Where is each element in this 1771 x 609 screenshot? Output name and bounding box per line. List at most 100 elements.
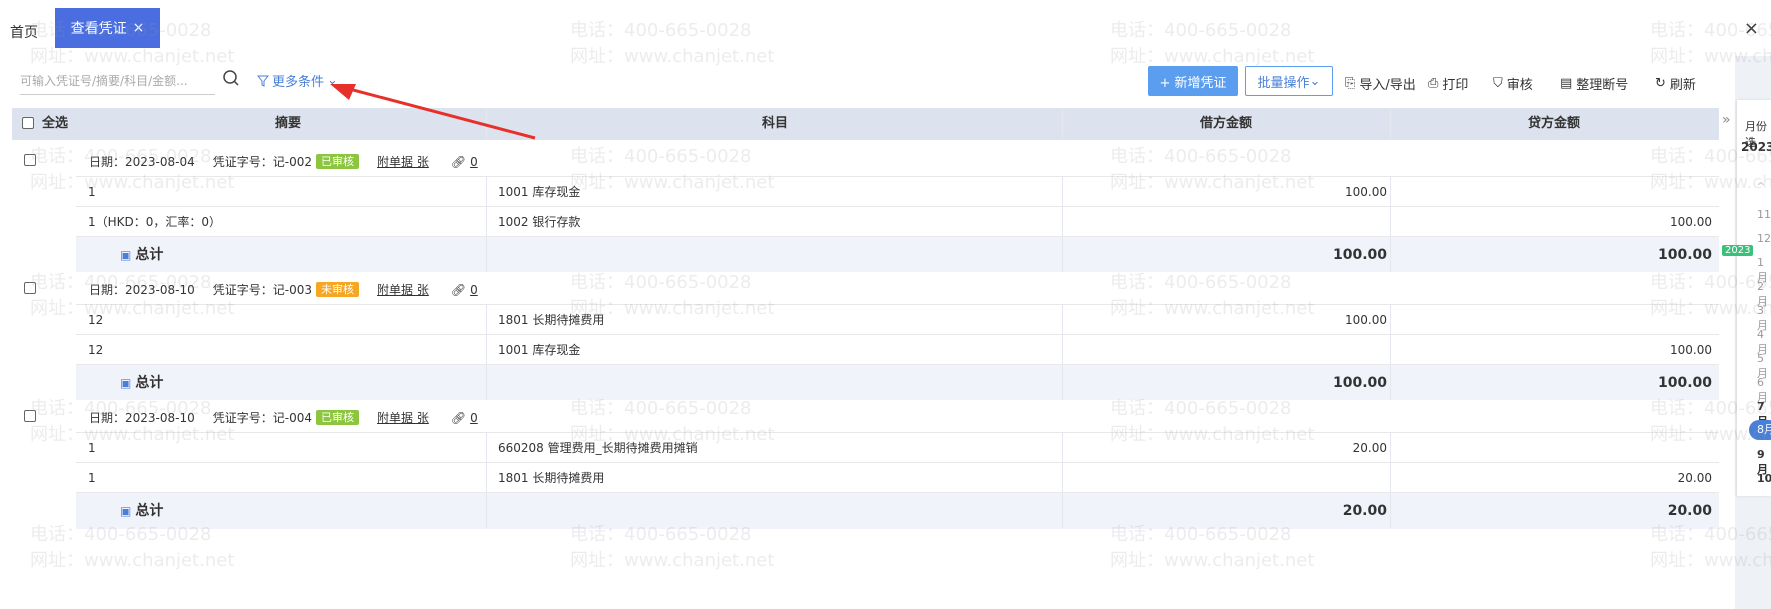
tab-view-voucher[interactable]: 查看凭证 × [55,8,160,48]
row-debit: 100.00 [1345,185,1387,199]
table-header: 全选 摘要 科目 借方金额 贷方金额 [12,108,1719,140]
voucher-panel: 可输入凭证号/摘要/科目/金额... 更多条件 ⌄ + 新增凭证 批量操作 ⌄ … [0,56,1735,609]
chevron-up-icon[interactable]: ⌃ [1755,180,1767,196]
audit-label: 审核 [1506,78,1533,93]
tab-home[interactable]: 首页 [10,22,38,42]
voucher-info: 日期：2023-08-10 凭证字号：记-003 未审核 附单据 张 🔗︎ 0 [89,281,478,298]
total-label-wrap: ▣ 总计 [120,493,163,529]
row-credit: 100.00 [1670,343,1712,357]
link-count[interactable]: 🔗︎ 0 [451,283,478,297]
total-label: 总计 [135,247,164,263]
table-row[interactable]: 1（HKD：0，汇率：0） 1002 银行存款 100.00 [76,206,1719,237]
row-credit [1390,433,1712,463]
total-row: ▣ 总计 100.00 100.00 [76,236,1719,273]
renumber-icon: ▤ [1560,76,1573,91]
renumber-button[interactable]: ▤ 整理断号 [1560,74,1628,93]
calculator-icon: ▣ [120,376,132,390]
chevron-down-icon: ⌄ [1309,73,1321,89]
col-debit: 借方金额 [1199,116,1252,131]
col-account: 科目 [761,116,788,131]
col-credit: 贷方金额 [1527,116,1580,131]
divider [1390,432,1391,528]
window-close-icon[interactable]: × [1744,18,1759,39]
voucher-block: 日期：2023-08-10 凭证字号：记-004 已审核 附单据 张 🔗︎ 0 … [12,400,1719,540]
table-row[interactable]: 12 1001 库存现金 100.00 [76,334,1719,365]
import-export-button[interactable]: ⎘ 导入/导出 [1345,74,1416,93]
expand-panel-icon[interactable]: » [1722,112,1731,128]
search-input[interactable]: 可输入凭证号/摘要/科目/金额... [20,68,215,95]
table-row[interactable]: 12 1801 长期待摊费用 100.00 [76,304,1719,335]
year-tag: 2023 [1722,245,1754,256]
divider [1390,304,1391,400]
row-debit [1062,463,1387,493]
voucher-block: 日期：2023-08-04 凭证字号：记-002 已审核 附单据 张 🔗︎ 0 … [12,144,1719,284]
voucher-date: 日期：2023-08-10 [89,411,195,425]
audit-button[interactable]: ⛉ 审核 [1493,74,1533,93]
month-panel-year: 2023 [1741,140,1771,154]
total-credit: 100.00 [1657,247,1712,263]
link-count[interactable]: 🔗︎ 0 [451,411,478,425]
total-credit: 100.00 [1657,375,1712,391]
voucher-header: 日期：2023-08-10 凭证字号：记-003 未审核 附单据 张 🔗︎ 0 [12,272,1719,304]
voucher-number: 凭证字号：记-004 [212,411,312,425]
divider [1062,108,1063,140]
print-button[interactable]: ⎙ 打印 [1428,74,1468,93]
attachment-link[interactable]: 附单据 张 [377,153,429,170]
tab-close-icon[interactable]: × [133,20,145,36]
month-item[interactable]: 10 [1757,472,1771,485]
row-summary: 1 [88,441,96,455]
voucher-checkbox[interactable] [24,282,36,297]
row-summary: 1 [88,185,96,199]
total-label: 总计 [135,503,164,519]
attachment-link[interactable]: 附单据 张 [377,281,429,298]
status-badge: 已审核 [316,410,359,425]
refresh-label: 刷新 [1669,78,1696,93]
search-icon[interactable] [222,69,240,87]
table-row[interactable]: 1 660208 管理费用_长期待摊费用摊销 20.00 [76,432,1719,463]
batch-ops-button[interactable]: 批量操作 ⌄ [1245,66,1333,96]
status-badge: 未审核 [316,282,359,297]
month-item[interactable]: 12 [1757,232,1771,245]
total-debit: 100.00 [1332,375,1387,391]
voucher-checkbox[interactable] [24,154,36,169]
link-count[interactable]: 🔗︎ 0 [451,155,478,169]
select-all-checkbox[interactable] [22,117,34,133]
total-row: ▣ 总计 20.00 20.00 [76,492,1719,529]
audit-icon: ⛉ [1493,76,1503,91]
batch-ops-label: 批量操作 [1257,75,1310,91]
attachment-link[interactable]: 附单据 张 [377,409,429,426]
total-debit: 20.00 [1342,503,1387,519]
add-voucher-button[interactable]: + 新增凭证 [1148,66,1238,96]
total-label: 总计 [135,375,164,391]
divider [1062,304,1063,400]
row-account: 1002 银行存款 [498,215,581,229]
divider [486,304,487,400]
row-credit: 100.00 [1670,215,1712,229]
row-debit: 20.00 [1352,441,1387,455]
table-row[interactable]: 1 1801 长期待摊费用 20.00 [76,462,1719,493]
table-row[interactable]: 1 1001 库存现金 100.00 [76,176,1719,207]
month-item-active[interactable]: 8月 [1749,420,1771,440]
import-icon: ⎘ [1345,76,1356,91]
print-label: 打印 [1442,78,1469,93]
link-icon: 🔗︎ [450,410,467,425]
voucher-date: 日期：2023-08-10 [89,283,195,297]
row-debit [1062,207,1387,237]
toolbar: 可输入凭证号/摘要/科目/金额... 更多条件 ⌄ + 新增凭证 批量操作 ⌄ … [0,56,1735,106]
divider [486,432,487,528]
voucher-header: 日期：2023-08-10 凭证字号：记-004 已审核 附单据 张 🔗︎ 0 [12,400,1719,432]
row-account: 1001 库存现金 [498,185,581,199]
divider [1390,176,1391,272]
row-account: 660208 管理费用_长期待摊费用摊销 [498,441,698,455]
more-filters-button[interactable]: 更多条件 ⌄ [257,71,338,90]
divider [486,176,487,272]
tab-bar: 首页 查看凭证 × × [0,0,1771,56]
voucher-number: 凭证字号：记-003 [212,283,312,297]
row-credit [1390,177,1712,207]
refresh-button[interactable]: ↻ 刷新 [1655,74,1696,93]
month-item[interactable]: 11 [1757,208,1771,221]
voucher-checkbox[interactable] [24,410,36,425]
import-export-label: 导入/导出 [1359,78,1416,93]
row-summary: 12 [88,343,104,357]
row-credit: 20.00 [1677,471,1712,485]
